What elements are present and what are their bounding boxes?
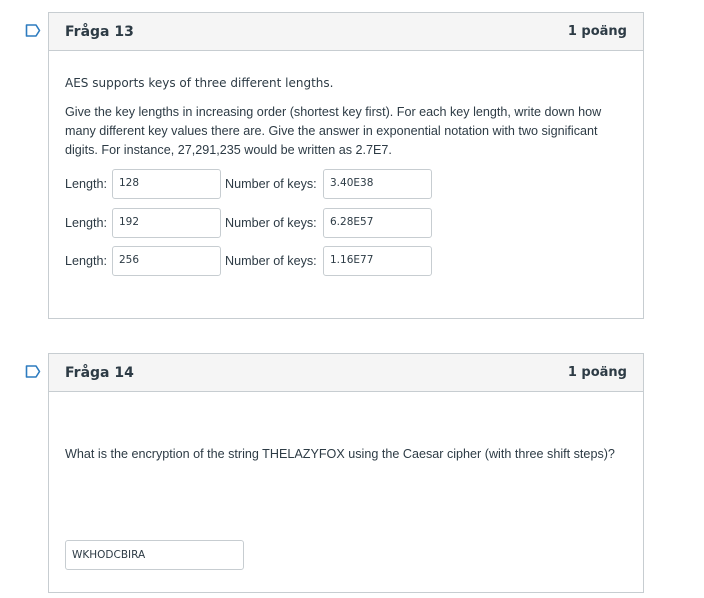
- keys-label: Number of keys:: [225, 216, 317, 230]
- keys-label: Number of keys:: [225, 254, 317, 268]
- question-instructions: Give the key lengths in increasing order…: [65, 105, 602, 157]
- quiz-page: Fråga 13 1 poäng AES supports keys of th…: [0, 0, 704, 598]
- flag-question-icon[interactable]: [25, 365, 41, 378]
- answer-input[interactable]: WKHODCBIRA: [65, 540, 244, 570]
- length-label: Length:: [65, 216, 108, 230]
- length-label: Length:: [65, 177, 108, 191]
- question-header: Fråga 13 1 poäng: [49, 13, 643, 51]
- question-points: 1 poäng: [567, 365, 627, 380]
- length-input[interactable]: 128: [112, 169, 221, 199]
- length-input[interactable]: 192: [112, 208, 221, 238]
- keys-input[interactable]: 6.28E57: [323, 208, 432, 238]
- question-title: Fråga 14: [65, 364, 134, 381]
- length-input[interactable]: 256: [112, 246, 221, 276]
- question-title: Fråga 13: [65, 23, 134, 40]
- flag-question-icon[interactable]: [25, 24, 41, 37]
- question-text: What is the encryption of the string THE…: [65, 447, 615, 461]
- length-label: Length:: [65, 254, 108, 268]
- question-points: 1 poäng: [567, 24, 627, 39]
- question-14: Fråga 14 1 poäng What is the encryption …: [48, 353, 644, 593]
- keys-input[interactable]: 3.40E38: [323, 169, 432, 199]
- keys-input[interactable]: 1.16E77: [323, 246, 432, 276]
- keys-label: Number of keys:: [225, 177, 317, 191]
- answer-row: Length: 128 Number of keys: 3.40E38: [65, 169, 465, 199]
- answer-row: Length: 256 Number of keys: 1.16E77: [65, 246, 465, 276]
- question-intro: AES supports keys of three different len…: [65, 76, 334, 90]
- question-header: Fråga 14 1 poäng: [49, 354, 643, 392]
- question-13: Fråga 13 1 poäng AES supports keys of th…: [48, 12, 644, 319]
- answer-row: Length: 192 Number of keys: 6.28E57: [65, 208, 465, 238]
